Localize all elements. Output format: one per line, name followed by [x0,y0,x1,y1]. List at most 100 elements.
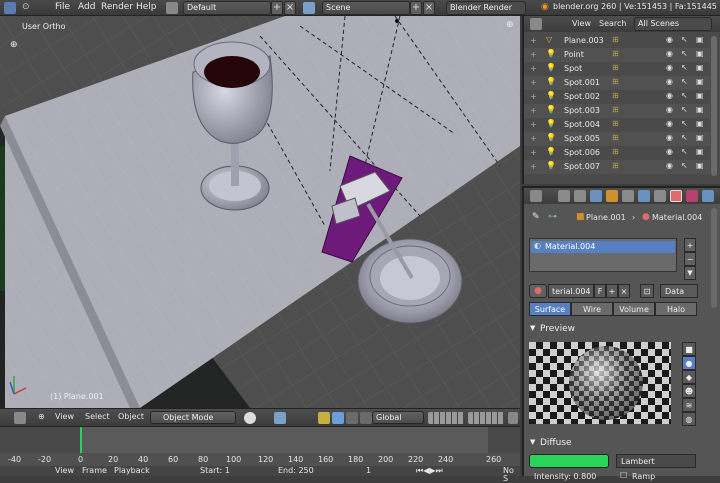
move-slot-button[interactable]: ▼ [684,266,696,280]
expand-icon[interactable]: + [530,134,537,143]
screen-layout-field[interactable]: Default [183,1,271,15]
expand-icon[interactable]: + [530,64,537,73]
modifiers-tab-icon[interactable] [638,190,650,202]
preview-sky-button[interactable]: ◍ [682,412,696,426]
select-icon[interactable]: ↖ [681,133,688,142]
preview-hair-button[interactable]: ≋ [682,398,696,412]
physics-tab-icon[interactable] [702,190,714,202]
select-icon[interactable]: ↖ [681,105,688,114]
pin-icon[interactable]: ✎ [532,212,540,222]
preview-flat-button[interactable]: ■ [682,342,696,356]
manipulator-icon[interactable] [318,412,330,424]
visibility-icon[interactable]: ◉ [666,63,673,72]
link-data-select[interactable]: Data [660,284,698,298]
outliner-item-name[interactable]: Spot.006 [564,148,600,157]
fake-user-button[interactable]: F [594,284,606,298]
material-name-field[interactable]: terial.004 [548,284,594,298]
select-icon[interactable]: ↖ [681,49,688,58]
render-icon[interactable]: ▣ [696,119,704,128]
select-icon[interactable]: ↖ [681,35,688,44]
preview-sphere-button[interactable]: ● [682,356,696,370]
visibility-icon[interactable]: ◉ [666,119,673,128]
current-frame-field[interactable]: 1 [366,467,371,475]
render-icon[interactable]: ▣ [696,91,704,100]
outliner-row[interactable]: + 💡 Spot.001 ⊞ ◉ ↖ ▣ [524,76,710,90]
world-tab-icon[interactable] [590,190,602,202]
render-icon[interactable]: ▣ [696,147,704,156]
lock-layers-icon[interactable] [508,412,518,424]
expand-icon[interactable]: + [530,148,537,157]
outliner-row[interactable]: + ▽ Plane.003 ⊞ ◉ ↖ ▣ [524,34,710,48]
menu-view[interactable]: View [572,19,591,28]
delete-scene-button[interactable]: × [423,1,435,15]
outliner-row[interactable]: + 💡 Spot.003 ⊞ ◉ ↖ ▣ [524,104,710,118]
view-corner-icon[interactable]: ⊕ [506,20,514,30]
render-icon[interactable]: ▣ [696,77,704,86]
tab-volume[interactable]: Volume [613,302,655,316]
properties-editor-icon[interactable] [530,190,542,202]
outliner-row[interactable]: + 💡 Spot.007 ⊞ ◉ ↖ ▣ [524,160,710,174]
menu-playback[interactable]: Playback [114,467,150,475]
shading-icon[interactable] [244,412,256,424]
add-screen-button[interactable]: + [271,1,283,15]
playback-controls-icon[interactable]: ⏮◀▶⏭ [416,466,443,475]
scene-icon[interactable] [303,2,315,14]
intensity-slider[interactable]: Intensity: 0.800 [534,472,596,481]
menu-view[interactable]: View [55,467,74,475]
menu-frame[interactable]: Frame [82,467,107,475]
screen-layout-icon[interactable] [166,2,178,14]
visibility-icon[interactable]: ◉ [666,133,673,142]
properties-scrollbar[interactable] [711,208,717,308]
preview-monkey-button[interactable]: ☻ [682,384,696,398]
render-tab-icon[interactable] [558,190,570,202]
info-editor-icon[interactable] [4,2,16,14]
outliner-row[interactable]: + 💡 Spot ⊞ ◉ ↖ ▣ [524,62,710,76]
material-slot[interactable]: ◐ Material.004 [531,241,675,253]
delete-screen-button[interactable]: × [284,1,296,15]
outliner-row[interactable]: + 💡 Point ⊞ ◉ ↖ ▣ [524,48,710,62]
menu-help[interactable]: Help [136,2,157,12]
pivot-icon[interactable] [274,412,286,424]
outliner-item-name[interactable]: Spot.004 [564,120,600,129]
outliner-item-name[interactable]: Spot.001 [564,78,600,87]
view-plus-icon[interactable]: ⊕ [10,40,18,50]
tab-surface[interactable]: Surface [529,302,571,316]
visibility-icon[interactable]: ◉ [666,161,673,170]
menu-search[interactable]: Search [599,19,626,28]
timeline[interactable]: -40 -20 0 20 40 60 80 100 120 140 160 18… [0,426,520,467]
add-scene-button[interactable]: + [410,1,422,15]
rotate-icon[interactable] [346,412,358,424]
outliner-item-name[interactable]: Plane.003 [564,36,604,45]
outliner-item-name[interactable]: Spot.003 [564,106,600,115]
layers-2-icon[interactable] [468,412,504,424]
expand-icon[interactable]: + [530,36,537,45]
layers-icon[interactable] [428,412,464,424]
display-mode-select[interactable]: All Scenes [634,17,712,31]
sync-select[interactable]: No S [503,467,520,483]
diffuse-panel-toggle[interactable]: ▼ [530,438,535,446]
render-icon[interactable]: ▣ [696,133,704,142]
select-icon[interactable]: ↖ [681,147,688,156]
viewport-plus-icon[interactable]: ⊕ [38,412,45,421]
object-tab-icon[interactable] [606,190,618,202]
select-icon[interactable]: ↖ [681,119,688,128]
diffuse-color-swatch[interactable] [529,454,609,468]
link-icon[interactable]: ⊶ [548,212,557,222]
tab-halo[interactable]: Halo [655,302,697,316]
preview-panel-title[interactable]: Preview [540,324,575,334]
select-icon[interactable]: ↖ [681,161,688,170]
end-frame-field[interactable]: End: 250 [278,467,314,475]
scene-field[interactable]: Scene [322,1,410,15]
preview-panel-toggle[interactable]: ▼ [530,324,535,332]
outliner-item-name[interactable]: Spot.005 [564,134,600,143]
render-icon[interactable]: ▣ [696,105,704,114]
select-icon[interactable]: ↖ [681,63,688,72]
select-icon[interactable]: ↖ [681,77,688,86]
data-tab-icon[interactable] [654,190,666,202]
expand-icon[interactable]: + [530,78,537,87]
outliner-row[interactable]: + 💡 Spot.006 ⊞ ◉ ↖ ▣ [524,146,710,160]
menu-object[interactable]: Object [118,412,144,421]
select-icon[interactable]: ↖ [681,91,688,100]
material-tab-icon[interactable] [670,190,682,202]
mode-select[interactable]: Object Mode [150,411,236,424]
